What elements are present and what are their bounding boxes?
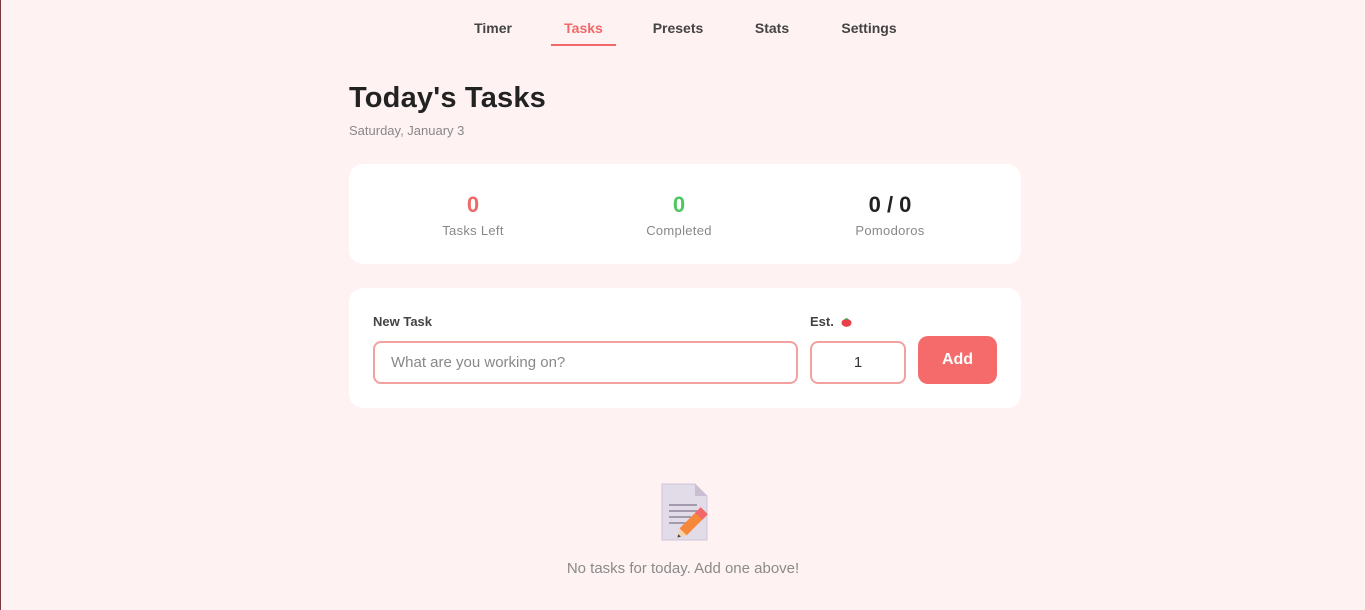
tab-tasks[interactable]: Tasks bbox=[551, 20, 616, 46]
tomato-icon bbox=[841, 317, 852, 327]
top-nav: Timer Tasks Presets Stats Settings bbox=[1, 0, 1365, 46]
tasks-left-value: 0 bbox=[466, 192, 480, 217]
stat-completed: 0 Completed bbox=[599, 192, 759, 238]
new-task-label: New Task bbox=[373, 314, 433, 329]
pomodoros-value: 0 / 0 bbox=[868, 192, 912, 217]
tab-presets[interactable]: Presets bbox=[648, 20, 708, 46]
tab-settings[interactable]: Settings bbox=[835, 20, 903, 46]
completed-value: 0 bbox=[672, 192, 686, 217]
page-date: Saturday, January 3 bbox=[349, 123, 465, 138]
empty-state-message: No tasks for today. Add one above! bbox=[566, 560, 800, 577]
completed-label: Completed bbox=[646, 223, 712, 238]
memo-pencil-icon bbox=[661, 483, 708, 541]
tab-stats[interactable]: Stats bbox=[748, 20, 796, 46]
estimate-label: Est. bbox=[810, 314, 852, 329]
pomodoros-label: Pomodoros bbox=[855, 223, 925, 238]
stats-card: 0 Tasks Left 0 Completed 0 / 0 Pomodoros bbox=[349, 164, 1021, 264]
stat-pomodoros: 0 / 0 Pomodoros bbox=[810, 192, 970, 238]
page-title: Today's Tasks bbox=[349, 82, 547, 114]
new-task-form: New Task Est. Add bbox=[349, 288, 1021, 408]
estimate-input[interactable] bbox=[810, 341, 906, 384]
add-task-button[interactable]: Add bbox=[918, 336, 997, 384]
tasks-left-label: Tasks Left bbox=[442, 223, 504, 238]
stat-tasks-left: 0 Tasks Left bbox=[393, 192, 553, 238]
task-input[interactable] bbox=[373, 341, 798, 384]
estimate-label-text: Est. bbox=[810, 314, 834, 329]
tab-timer[interactable]: Timer bbox=[467, 20, 519, 46]
